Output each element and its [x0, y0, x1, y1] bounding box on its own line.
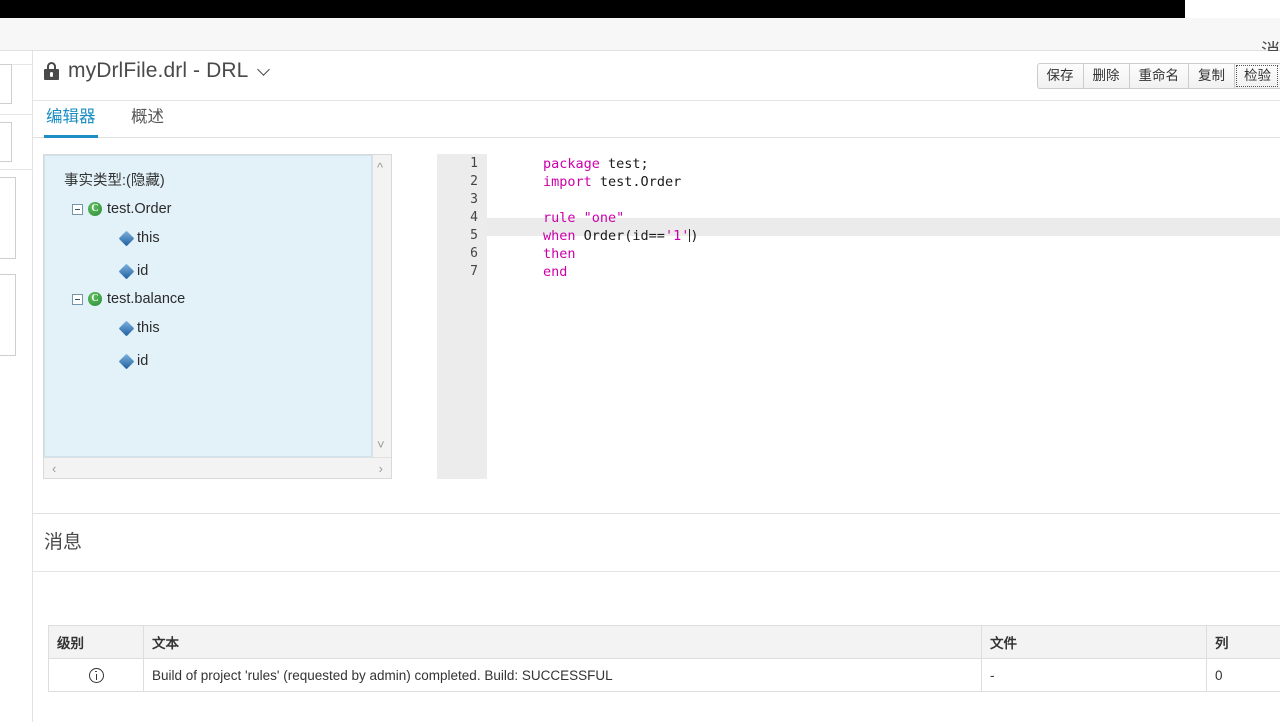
editor-tabs: 编辑器 概述 — [33, 101, 1280, 138]
editor-action-buttons: 保存 删除 重命名 复制 检验 — [1036, 63, 1280, 89]
line-number: 4 — [470, 210, 478, 225]
line-number: 6 — [470, 246, 478, 261]
page-title: myDrlFile.drl - DRL — [68, 59, 249, 82]
drl-code-editor[interactable]: 1 2 3 4 5 6 7 package test; import test.… — [437, 154, 1280, 479]
fact-panel-vertical-scrollbar[interactable]: ^ ˅ — [372, 155, 391, 457]
cell-column: 0 — [1206, 658, 1280, 692]
chevron-right-icon[interactable]: › — [379, 462, 383, 475]
info-icon — [88, 667, 104, 683]
table-row[interactable]: Build of project 'rules' (requested by a… — [48, 658, 1280, 692]
field-icon — [118, 263, 135, 279]
copy-button[interactable]: 复制 — [1188, 63, 1234, 89]
fact-types-title: 事实类型:(隐藏) — [64, 173, 165, 189]
messages-table: 级别 文本 文件 列 Build of project 'rules' (req… — [48, 625, 1280, 692]
field-icon — [118, 320, 135, 336]
messages-divider — [33, 513, 1280, 514]
fact-types-panel: 事实类型:(隐藏) test.Order this id — [43, 154, 392, 479]
collapse-icon[interactable] — [72, 293, 83, 305]
app-header-strip: 消 — [0, 18, 1280, 62]
tree-item-label: id — [137, 353, 149, 369]
tree-item-test-order[interactable]: test.Order — [72, 201, 171, 217]
tree-item-order-id[interactable]: id — [118, 263, 149, 279]
editor-title-bar: myDrlFile.drl - DRL 保存 删除 重命名 复制 检验 — [33, 51, 1280, 101]
code-text-area[interactable]: package test; import test.Order rule "on… — [487, 154, 1280, 479]
save-button[interactable]: 保存 — [1036, 63, 1083, 89]
column-header-level[interactable]: 级别 — [48, 625, 144, 659]
field-icon — [118, 353, 135, 369]
chevron-down-icon[interactable]: ˅ — [377, 438, 385, 451]
collapse-icon[interactable] — [72, 203, 83, 215]
footer-area — [33, 709, 1280, 722]
code-line-1: package test; — [543, 156, 649, 172]
tree-item-balance-this[interactable]: this — [118, 320, 160, 336]
tab-editor[interactable]: 编辑器 — [44, 101, 98, 138]
delete-button[interactable]: 删除 — [1082, 63, 1129, 89]
tab-overview[interactable]: 概述 — [129, 101, 166, 138]
editor-title-group[interactable]: myDrlFile.drl - DRL — [44, 59, 271, 83]
lock-icon — [44, 62, 59, 80]
tree-item-label: id — [137, 263, 149, 279]
code-line-4: rule "one" — [543, 210, 625, 226]
line-number: 7 — [470, 264, 478, 279]
editor-body: 事实类型:(隐藏) test.Order this id — [33, 138, 1280, 513]
fact-types-tree[interactable]: 事实类型:(隐藏) test.Order this id — [44, 155, 372, 457]
cell-level — [48, 658, 144, 692]
column-header-text[interactable]: 文本 — [143, 625, 982, 659]
tree-item-label: this — [137, 230, 160, 246]
line-number: 3 — [470, 192, 478, 207]
line-number: 2 — [470, 174, 478, 189]
rail-panel-stub[interactable] — [0, 274, 16, 356]
column-header-file[interactable]: 文件 — [981, 625, 1207, 659]
rail-panel-stub[interactable] — [0, 177, 16, 259]
line-number: 1 — [470, 156, 478, 171]
rail-panel-stub[interactable] — [0, 64, 12, 104]
rail-divider — [0, 169, 33, 170]
validate-button[interactable]: 检验 — [1234, 63, 1280, 89]
tree-item-order-this[interactable]: this — [118, 230, 160, 246]
code-line-6: then — [543, 246, 576, 262]
code-line-5: when Order(id=='1') — [543, 228, 699, 244]
browser-chrome-bar-right-gap — [1185, 0, 1280, 18]
chevron-down-icon[interactable] — [257, 62, 271, 76]
code-line-2: import test.Order — [543, 174, 682, 190]
editor-line-number-gutter: 1 2 3 4 5 6 7 — [437, 154, 487, 479]
table-header-row: 级别 文本 文件 列 — [48, 625, 1280, 659]
line-number: 5 — [470, 228, 478, 243]
messages-title: 消息 — [44, 532, 83, 553]
cell-file: - — [981, 658, 1207, 692]
fact-panel-horizontal-scrollbar[interactable]: ‹ › — [44, 457, 391, 478]
tree-item-test-balance[interactable]: test.balance — [72, 291, 185, 307]
rail-panel-stub[interactable] — [0, 122, 12, 162]
left-rail — [0, 51, 33, 722]
main-content: myDrlFile.drl - DRL 保存 删除 重命名 复制 检验 编辑器 … — [33, 51, 1280, 722]
browser-chrome-bar — [0, 0, 1280, 18]
tree-item-label: test.Order — [107, 201, 172, 217]
class-icon — [88, 292, 102, 306]
column-header-column[interactable]: 列 — [1206, 625, 1280, 659]
chevron-up-icon[interactable]: ^ — [377, 161, 383, 174]
code-line-7: end — [543, 264, 568, 280]
tree-item-label: test.balance — [107, 291, 186, 307]
field-icon — [118, 230, 135, 246]
tree-item-label: this — [137, 320, 160, 336]
messages-title-underline — [33, 571, 1280, 572]
cell-text: Build of project 'rules' (requested by a… — [143, 658, 982, 692]
class-icon — [88, 202, 102, 216]
app-root: 消 myDrlFile.drl - DRL 保存 删除 重命名 复制 — [0, 0, 1280, 722]
rail-divider — [0, 114, 33, 115]
chevron-left-icon[interactable]: ‹ — [52, 462, 56, 475]
tree-item-balance-id[interactable]: id — [118, 353, 149, 369]
rename-button[interactable]: 重命名 — [1128, 63, 1188, 89]
